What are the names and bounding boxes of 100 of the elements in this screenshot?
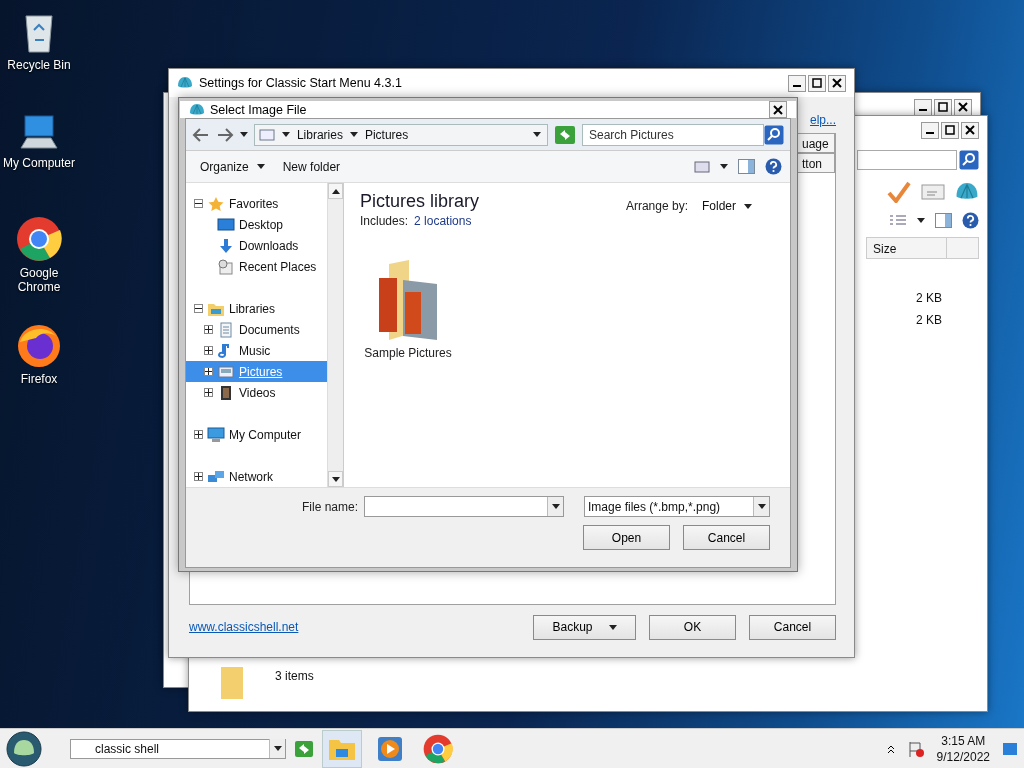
new-folder-button[interactable]: New folder [278,157,345,176]
arrange-label: Arrange by: [625,199,688,213]
file-name-label: File name: [301,499,358,514]
caret-icon [281,132,290,137]
organize-button[interactable]: Organize [196,157,269,176]
desktop-icon-label[interactable]: Firefox [1,372,77,386]
scroll-down-icon[interactable] [331,476,340,482]
search-icon[interactable] [959,150,979,170]
help-link[interactable]: elp... [810,113,836,133]
library-title: Pictures library [360,191,480,211]
cancel-button[interactable]: Cancel [683,525,770,550]
refresh-icon[interactable] [294,739,314,758]
desktop-icon-label[interactable]: My Computer [1,156,77,170]
caret-icon [273,746,282,751]
nav-tree-item[interactable]: Favorites [229,196,279,211]
expand-toggle[interactable] [204,325,213,334]
window-title: Settings for Classic Start Menu 4.3.1 [199,76,403,90]
expand-toggle[interactable] [194,430,203,439]
forward-button[interactable] [216,127,234,142]
search-field[interactable]: classic shell [70,738,286,759]
collapse-toggle[interactable] [194,199,203,208]
plus-icon [195,473,202,480]
help-icon[interactable] [765,158,782,175]
refresh-icon[interactable] [554,124,576,145]
nav-tree-item[interactable]: My Computer [229,427,302,442]
plus-icon [205,347,212,354]
computer-icon[interactable] [19,112,59,152]
search-icon[interactable] [764,124,784,145]
settings-tab[interactable]: uage [797,133,835,153]
nav-tree-item[interactable]: Recent Places [239,259,317,274]
website-link[interactable]: www.classicshell.net [189,620,299,634]
search-field[interactable]: Search Pictures [582,123,764,146]
nav-tree-item[interactable]: Network [229,469,273,484]
expand-toggle[interactable] [194,472,203,481]
ok-button[interactable]: OK [649,614,736,640]
minimize-button[interactable] [921,121,939,139]
chrome-icon[interactable] [16,216,62,262]
help-icon[interactable] [962,212,979,229]
desktop-icon-label[interactable]: Recycle Bin [1,58,77,72]
media-player-icon [377,735,403,762]
clock-time[interactable]: 3:15 AM [941,732,986,749]
collapse-toggle[interactable] [194,304,203,313]
checkmark-icon[interactable] [887,181,911,203]
minimize-icon [919,109,927,111]
close-button[interactable] [769,101,787,118]
minimize-button[interactable] [788,74,806,92]
open-button[interactable]: Open [583,525,670,550]
expand-toggle[interactable] [204,367,213,376]
minus-icon [195,305,202,312]
chrome-icon [423,733,453,764]
locations-link[interactable]: 2 locations [414,214,472,228]
plus-icon [205,389,212,396]
chevron-up-icon[interactable] [886,743,895,754]
folder-label[interactable]: Sample Pictures [364,346,452,360]
maximize-button[interactable] [808,74,826,92]
file-size-text: 2 KB [915,290,943,307]
expand-toggle[interactable] [204,388,213,397]
desktop-icon [217,216,235,233]
close-button[interactable] [828,74,846,92]
minimize-icon [926,132,934,134]
flag-icon[interactable] [906,739,925,758]
download-icon [217,237,235,254]
breadcrumb-item[interactable]: Pictures [364,127,409,142]
clock-date[interactable]: 9/12/2022 [936,748,990,765]
scrollbar[interactable] [327,183,343,487]
close-button[interactable] [961,121,979,139]
nav-tree-item[interactable]: Music [239,343,271,358]
maximize-button[interactable] [934,98,952,116]
firefox-icon[interactable] [16,322,62,368]
search-field[interactable] [857,150,957,170]
notification-icon[interactable] [1002,741,1018,756]
maximize-button[interactable] [941,121,959,139]
settings-tab[interactable]: tton [797,153,835,173]
minimize-button[interactable] [914,98,932,116]
preview-pane-icon[interactable] [935,213,952,228]
start-button[interactable] [6,730,42,767]
breadcrumb-item[interactable]: Libraries [296,127,343,142]
nav-tree-item[interactable]: Downloads [239,238,299,253]
taskbar-app[interactable] [322,729,362,768]
folder-icon [219,665,245,701]
nav-tree-item[interactable]: Documents [239,322,300,337]
address-bar[interactable]: Libraries Pictures [253,123,549,146]
arrange-dropdown[interactable]: Folder [698,197,756,215]
file-type-dropdown[interactable]: Image files (*.bmp,*.png) [584,496,770,517]
close-icon [832,78,842,88]
backup-button[interactable]: Backup [533,614,636,640]
close-button[interactable] [954,98,972,116]
picture-icon [258,127,275,142]
back-button[interactable] [192,127,210,142]
caret-icon [608,624,617,630]
nav-tree-item[interactable]: Desktop [239,217,284,232]
scroll-up-icon[interactable] [331,188,340,194]
expand-toggle[interactable] [204,346,213,355]
nav-tree-item[interactable]: Videos [239,385,276,400]
desktop-icon-label[interactable]: Google Chrome [1,266,77,294]
preview-pane-icon[interactable] [738,159,755,174]
star-icon [207,195,225,212]
cancel-button[interactable]: Cancel [749,614,836,640]
nav-tree-item[interactable]: Libraries [229,301,276,316]
file-name-field[interactable] [364,496,564,517]
